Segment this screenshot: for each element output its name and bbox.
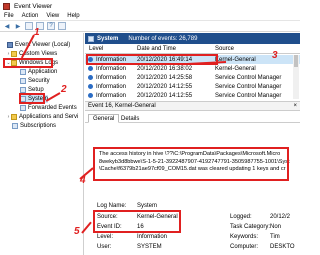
log-header: System Number of events: 26,789 — [85, 33, 300, 44]
folder-icon — [11, 51, 17, 57]
info-icon — [88, 66, 93, 71]
callout-number-4: 4 — [80, 175, 86, 186]
tree-item-application[interactable]: Application — [20, 68, 57, 76]
keywords-value: Tim — [270, 234, 280, 240]
forward-icon[interactable]: ▶ — [14, 22, 22, 30]
up-folder-icon[interactable] — [25, 22, 33, 30]
callout-number-1: 1 — [34, 27, 40, 38]
level-value: Information — [137, 234, 168, 240]
title-bar: Event Viewer — [0, 0, 300, 12]
callout-number-3: 3 — [272, 50, 278, 61]
tree-item-subscriptions[interactable]: Subscriptions — [12, 122, 56, 130]
logged-label: Logged: — [230, 214, 252, 220]
toolbar: ◀ ▶ ? — [0, 21, 300, 32]
level-label: Level: — [97, 234, 114, 240]
log-icon — [20, 105, 26, 111]
column-date-time[interactable]: Date and Time — [137, 46, 176, 52]
tab-details[interactable]: Details — [117, 114, 143, 123]
event-count: Number of events: 26,789 — [128, 35, 198, 42]
log-name-value: System — [137, 203, 158, 209]
log-icon — [20, 78, 26, 84]
event-details-title: Event 16, Kernel-General — [88, 103, 156, 109]
user-label: User: — [97, 244, 112, 250]
event-grid-header: Level Date and Time Source — [85, 45, 300, 54]
table-row[interactable]: Information 20/12/2020 14:25:58 Service … — [85, 73, 300, 82]
computer-label: Computer: — [230, 244, 259, 250]
callout-box-description — [93, 147, 289, 181]
tree-item-event-viewer-local[interactable]: Event Viewer (Local) — [2, 41, 70, 49]
column-level[interactable]: Level — [89, 46, 103, 52]
tree-item-applications-and-services[interactable]: › Applications and Servi — [6, 113, 78, 121]
table-row[interactable]: Information 20/12/2020 14:12:55 Service … — [85, 91, 300, 100]
menu-action[interactable]: Action — [22, 13, 39, 19]
info-icon — [88, 84, 93, 89]
details-tabs: General Details — [85, 113, 300, 123]
table-row[interactable]: Information 20/12/2020 16:38:02 Kernel-G… — [85, 64, 300, 73]
event-details-header: Event 16, Kernel-General × — [85, 101, 300, 111]
computer-value: DESKTO — [270, 244, 295, 250]
logged-value: 20/12/2 — [270, 214, 291, 220]
menu-view[interactable]: View — [46, 13, 59, 19]
log-icon — [88, 35, 94, 42]
log-icon — [20, 69, 26, 75]
tree-item-security[interactable]: Security — [20, 77, 50, 85]
callout-box-system — [19, 93, 45, 104]
callout-box-windows-logs — [3, 58, 53, 68]
window-title: Event Viewer — [14, 2, 53, 10]
column-source[interactable]: Source — [215, 46, 234, 52]
callout-box-source-event-id — [93, 210, 181, 233]
subscriptions-icon — [12, 123, 18, 129]
task-category-value: Non — [270, 224, 282, 230]
properties-icon[interactable] — [58, 22, 66, 30]
callout-number-5: 5 — [74, 226, 80, 237]
keywords-label: Keywords: — [230, 234, 259, 240]
user-value: SYSTEM — [137, 244, 162, 250]
menu-help[interactable]: Help — [67, 13, 79, 19]
tab-general[interactable]: General — [88, 114, 120, 123]
event-viewer-icon — [7, 42, 13, 48]
back-icon[interactable]: ◀ — [3, 22, 11, 30]
folder-icon — [11, 114, 17, 120]
menu-file[interactable]: File — [4, 13, 14, 19]
menu-bar: File Action View Help — [0, 12, 300, 21]
event-viewer-app-icon — [3, 2, 10, 10]
event-list-scrollbar[interactable] — [293, 55, 299, 99]
help-icon[interactable]: ? — [47, 22, 55, 30]
callout-number-2: 2 — [61, 84, 67, 95]
task-category-label: Task Category: — [230, 224, 271, 230]
log-name-label: Log Name: — [97, 203, 127, 209]
tree-item-custom-views[interactable]: › Custom Views — [6, 50, 57, 58]
info-icon — [88, 93, 93, 98]
info-icon — [88, 75, 93, 80]
close-icon[interactable]: × — [293, 103, 297, 109]
scrollbar-thumb[interactable] — [294, 55, 298, 67]
table-row[interactable]: Information 20/12/2020 14:12:55 Service … — [85, 82, 300, 91]
log-name: System — [97, 35, 119, 42]
tree-item-forwarded-events[interactable]: Forwarded Events — [20, 104, 77, 112]
